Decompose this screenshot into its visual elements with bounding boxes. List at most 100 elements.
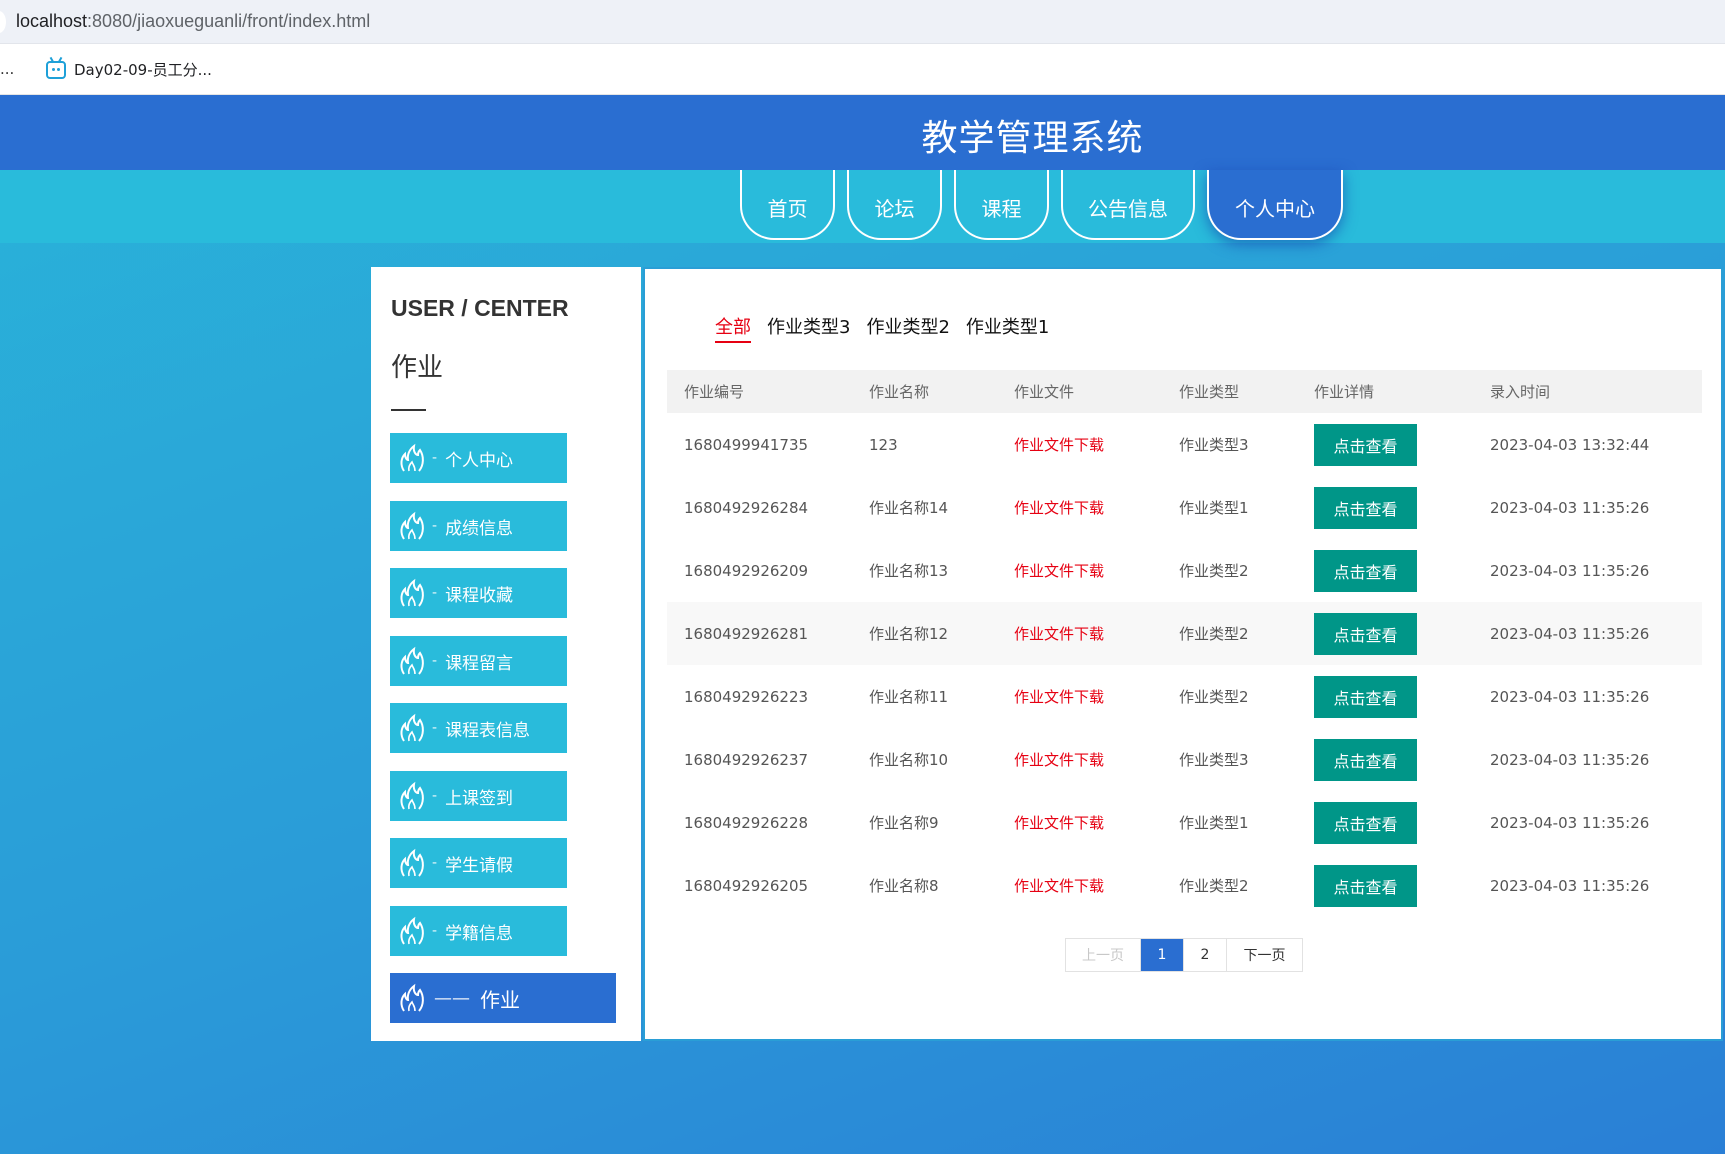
homework-panel: 全部 作业类型3 作业类型2 作业类型1 作业编号 作业名称 作业文件 作业类型… <box>643 267 1723 1041</box>
sidebar-item-leave[interactable]: - 学生请假 <box>390 838 567 888</box>
menu-dash: - <box>432 788 438 804</box>
type-filter-tabs: 全部 作业类型3 作业类型2 作业类型1 <box>715 313 1049 343</box>
cell-name: 作业名称11 <box>869 688 949 706</box>
cell-type: 作业类型3 <box>1179 751 1249 769</box>
download-link[interactable]: 作业文件下载 <box>1014 625 1104 643</box>
sidebar-item-personal-center[interactable]: - 个人中心 <box>390 433 567 483</box>
sidebar-item-check-in[interactable]: - 上课签到 <box>390 771 567 821</box>
sidebar-item-grades[interactable]: - 成绩信息 <box>390 501 567 551</box>
nav-home[interactable]: 首页 <box>740 170 835 240</box>
download-link[interactable]: 作业文件下载 <box>1014 751 1104 769</box>
url-text[interactable]: localhost:8080/jiaoxueguanli/front/index… <box>16 11 370 32</box>
cell-name: 作业名称13 <box>869 562 949 580</box>
view-detail-button[interactable]: 点击查看 <box>1314 612 1417 655</box>
download-link[interactable]: 作业文件下载 <box>1014 877 1104 895</box>
homework-table: 作业编号 作业名称 作业文件 作业类型 作业详情 录入时间 1680499941… <box>667 370 1702 917</box>
download-link[interactable]: 作业文件下载 <box>1014 688 1104 706</box>
sidebar-item-course-messages[interactable]: - 课程留言 <box>390 636 567 686</box>
flame-icon <box>400 511 424 540</box>
sidebar-item-label: 课程收藏 <box>445 585 514 606</box>
next-page-button[interactable]: 下一页 <box>1227 939 1302 971</box>
tab-type-1[interactable]: 作业类型1 <box>966 313 1049 343</box>
site-info-icon[interactable] <box>0 11 6 33</box>
cell-time: 2023-04-03 11:35:26 <box>1490 498 1650 517</box>
table-header-row: 作业编号 作业名称 作业文件 作业类型 作业详情 录入时间 <box>667 370 1702 413</box>
col-header-type: 作业类型 <box>1179 383 1240 401</box>
cell-id: 1680492926237 <box>684 750 809 769</box>
col-header-detail: 作业详情 <box>1314 383 1375 401</box>
col-header-file: 作业文件 <box>1014 383 1075 401</box>
cell-id: 1680492926209 <box>684 561 809 580</box>
col-header-time: 录入时间 <box>1490 383 1551 401</box>
menu-dash: - <box>432 923 438 939</box>
cell-time: 2023-04-03 11:35:26 <box>1490 813 1650 832</box>
flame-icon <box>400 646 424 675</box>
sidebar: USER / CENTER 作业 - 个人中心 - 成绩信息 - 课程收藏 - … <box>371 267 641 1041</box>
table-row: 1680492926228 作业名称9 作业文件下载 作业类型1 点击查看 20… <box>667 791 1702 854</box>
view-detail-button[interactable]: 点击查看 <box>1314 423 1417 466</box>
view-detail-button[interactable]: 点击查看 <box>1314 738 1417 781</box>
page-2-button[interactable]: 2 <box>1184 939 1227 971</box>
download-link[interactable]: 作业文件下载 <box>1014 562 1104 580</box>
browser-address-bar[interactable]: localhost:8080/jiaoxueguanli/front/index… <box>0 0 1725 44</box>
table-row: 1680492926281 作业名称12 作业文件下载 作业类型2 点击查看 2… <box>667 602 1702 665</box>
view-detail-button[interactable]: 点击查看 <box>1314 864 1417 907</box>
tab-type-2[interactable]: 作业类型2 <box>866 313 949 343</box>
menu-dash: —— <box>434 987 470 1009</box>
sidebar-item-label: 课程留言 <box>445 653 514 674</box>
bookmarks-overflow[interactable]: ... <box>0 60 14 78</box>
sidebar-item-homework[interactable]: —— 作业 <box>390 973 616 1023</box>
table-row: 1680492926209 作业名称13 作业文件下载 作业类型2 点击查看 2… <box>667 539 1702 602</box>
sidebar-item-label: 作业 <box>480 987 520 1012</box>
menu-dash: - <box>432 450 438 466</box>
cell-id: 1680499941735 <box>684 435 809 454</box>
col-header-name: 作业名称 <box>869 383 930 401</box>
sidebar-heading-en: USER / CENTER <box>391 295 569 321</box>
tab-all[interactable]: 全部 <box>715 313 751 343</box>
cell-type: 作业类型3 <box>1179 436 1249 454</box>
view-detail-button[interactable]: 点击查看 <box>1314 675 1417 718</box>
prev-page-button[interactable]: 上一页 <box>1066 939 1141 971</box>
cell-time: 2023-04-03 11:35:26 <box>1490 750 1650 769</box>
download-link[interactable]: 作业文件下载 <box>1014 499 1104 517</box>
bilibili-icon <box>46 56 66 79</box>
cell-name: 作业名称12 <box>869 625 949 643</box>
pagination: 上一页 1 2 下一页 <box>1065 938 1303 972</box>
view-detail-button[interactable]: 点击查看 <box>1314 801 1417 844</box>
table-row: 1680492926223 作业名称11 作业文件下载 作业类型2 点击查看 2… <box>667 665 1702 728</box>
tab-type-3[interactable]: 作业类型3 <box>767 313 850 343</box>
sidebar-item-course-favorites[interactable]: - 课程收藏 <box>390 568 567 618</box>
cell-time: 2023-04-03 13:32:44 <box>1490 435 1650 454</box>
menu-dash: - <box>432 720 438 736</box>
menu-dash: - <box>432 653 438 669</box>
cell-time: 2023-04-03 11:35:26 <box>1490 687 1650 706</box>
flame-icon <box>400 713 424 742</box>
cell-time: 2023-04-03 11:35:26 <box>1490 876 1650 895</box>
bookmark-item[interactable]: Day02-09-员工分... <box>46 56 212 80</box>
nav-announcements[interactable]: 公告信息 <box>1061 170 1195 240</box>
flame-icon <box>400 983 424 1012</box>
cell-name: 作业名称14 <box>869 499 949 517</box>
site-title: 教学管理系统 <box>921 118 1144 159</box>
download-link[interactable]: 作业文件下载 <box>1014 436 1104 454</box>
flame-icon <box>400 781 424 810</box>
nav-personal-center[interactable]: 个人中心 <box>1207 170 1343 240</box>
cell-type: 作业类型1 <box>1179 499 1249 517</box>
sidebar-item-student-status[interactable]: - 学籍信息 <box>390 906 567 956</box>
nav-forum[interactable]: 论坛 <box>847 170 942 240</box>
cell-id: 1680492926281 <box>684 624 809 643</box>
view-detail-button[interactable]: 点击查看 <box>1314 486 1417 529</box>
sidebar-item-label: 学籍信息 <box>445 923 514 944</box>
sidebar-item-timetable[interactable]: - 课程表信息 <box>390 703 567 753</box>
table-row: 1680499941735 123 作业文件下载 作业类型3 点击查看 2023… <box>667 413 1702 476</box>
col-header-id: 作业编号 <box>684 383 745 401</box>
menu-dash: - <box>432 585 438 601</box>
download-link[interactable]: 作业文件下载 <box>1014 814 1104 832</box>
sidebar-item-label: 个人中心 <box>445 450 514 471</box>
sidebar-item-label: 成绩信息 <box>445 518 514 539</box>
menu-dash: - <box>432 855 438 871</box>
page-1-button[interactable]: 1 <box>1141 939 1184 971</box>
view-detail-button[interactable]: 点击查看 <box>1314 549 1417 592</box>
menu-dash: - <box>432 518 438 534</box>
nav-course[interactable]: 课程 <box>954 170 1049 240</box>
